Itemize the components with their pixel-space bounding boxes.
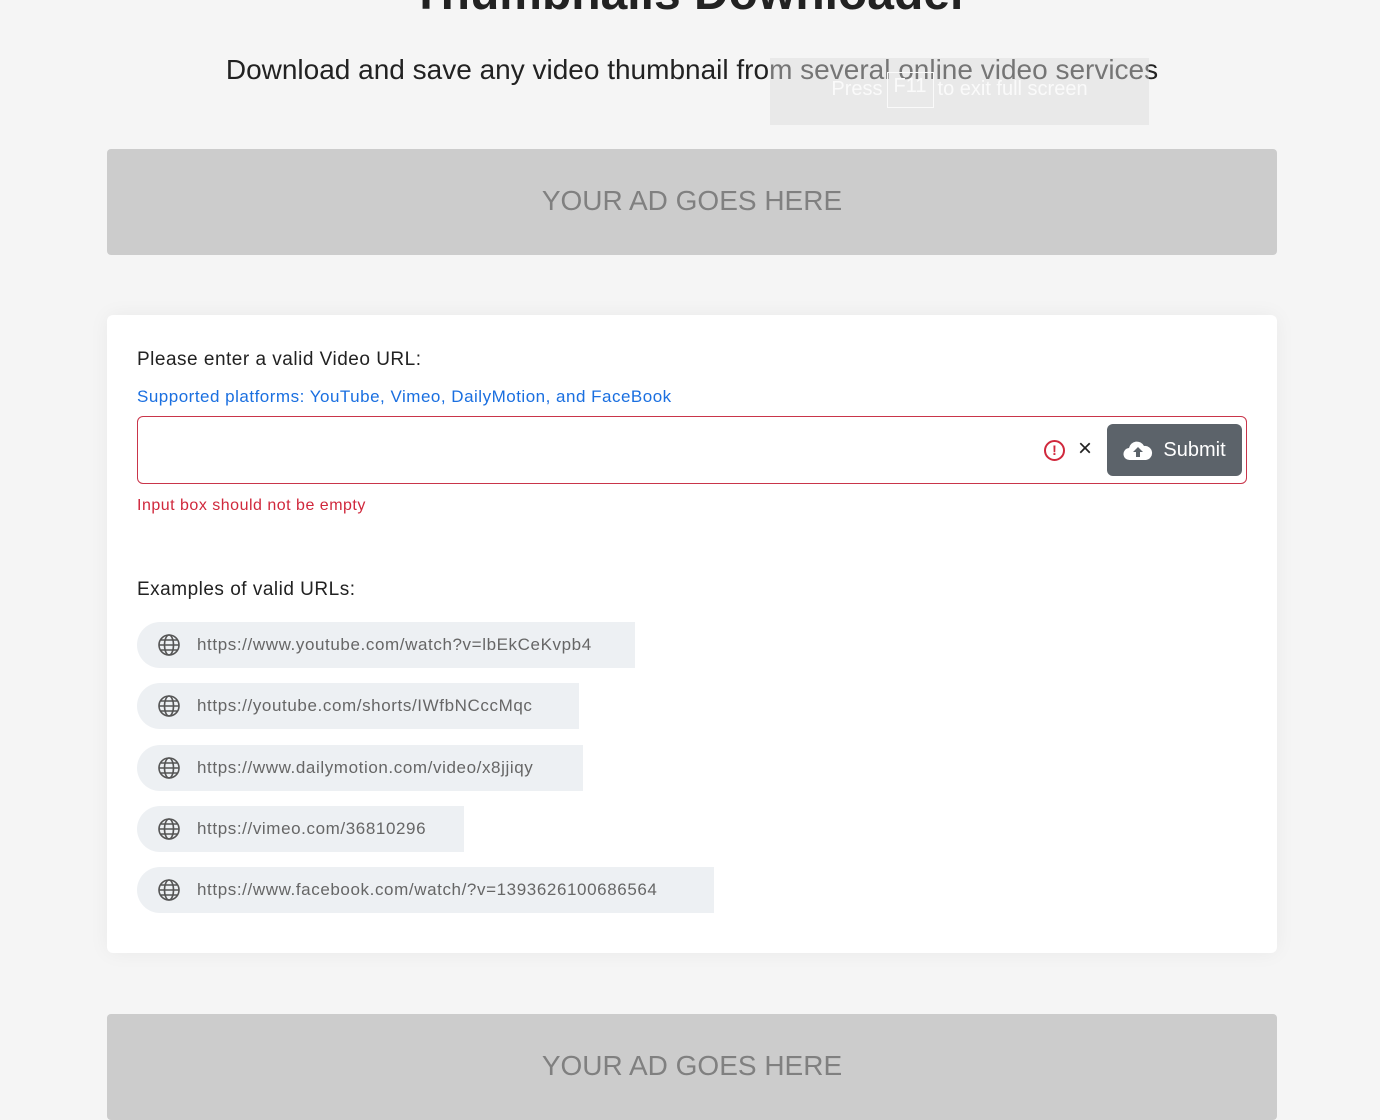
globe-icon bbox=[158, 818, 180, 840]
submit-button[interactable]: Submit bbox=[1107, 424, 1242, 476]
clear-button[interactable]: × bbox=[1078, 435, 1092, 463]
url-label: Please enter a valid Video URL: bbox=[137, 349, 422, 370]
globe-icon bbox=[158, 756, 180, 779]
fullscreen-notice: Press F11 to exit full screen bbox=[770, 58, 1149, 125]
example-url[interactable]: https://vimeo.com/36810296 bbox=[137, 805, 464, 852]
page-title: Thumbnails Downloader bbox=[0, 0, 1380, 21]
f11-key: F11 bbox=[886, 72, 934, 108]
submit-label: Submit bbox=[1163, 438, 1226, 461]
url-form-card: Please enter a valid Video URL: Supporte… bbox=[107, 315, 1277, 953]
ad-banner-top[interactable]: YOUR AD GOES HERE bbox=[107, 149, 1277, 255]
cloud-upload-icon bbox=[1123, 441, 1153, 461]
globe-icon bbox=[158, 879, 180, 901]
supported-platforms: Supported platforms: YouTube, Vimeo, Dai… bbox=[137, 387, 672, 406]
notice-text: Press bbox=[831, 78, 883, 100]
example-url-text: https://www.youtube.com/watch?v=lbEkCeKv… bbox=[197, 635, 592, 654]
example-url-text: https://www.facebook.com/watch/?v=139362… bbox=[197, 880, 658, 900]
example-url-text: https://vimeo.com/36810296 bbox=[197, 818, 427, 838]
url-input-group: ! × Submit bbox=[137, 416, 1247, 484]
globe-icon bbox=[158, 634, 180, 656]
example-url[interactable]: https://youtube.com/shorts/IWfbNCccMqc bbox=[137, 683, 579, 730]
example-url-text: https://youtube.com/shorts/IWfbNCccMqc bbox=[197, 696, 533, 716]
examples-label: Examples of valid URLs: bbox=[137, 579, 356, 600]
example-url-text: https://www.dailymotion.com/video/x8jjiq… bbox=[197, 757, 534, 777]
error-icon: ! bbox=[1044, 440, 1065, 461]
globe-icon bbox=[158, 695, 180, 718]
url-input[interactable] bbox=[148, 427, 1028, 473]
example-url[interactable]: https://www.dailymotion.com/video/x8jjiq… bbox=[137, 744, 583, 791]
example-url[interactable]: https://www.youtube.com/watch?v=lbEkCeKv… bbox=[137, 622, 635, 668]
error-message: Input box should not be empty bbox=[137, 497, 366, 514]
notice-text: to exit full screen bbox=[937, 78, 1088, 100]
ad-banner-bottom[interactable]: YOUR AD GOES HERE bbox=[107, 1014, 1277, 1120]
page-subtitle: Download and save any video thumbnail fr… bbox=[225, 54, 1159, 85]
example-url[interactable]: https://www.facebook.com/watch/?v=139362… bbox=[137, 867, 714, 914]
